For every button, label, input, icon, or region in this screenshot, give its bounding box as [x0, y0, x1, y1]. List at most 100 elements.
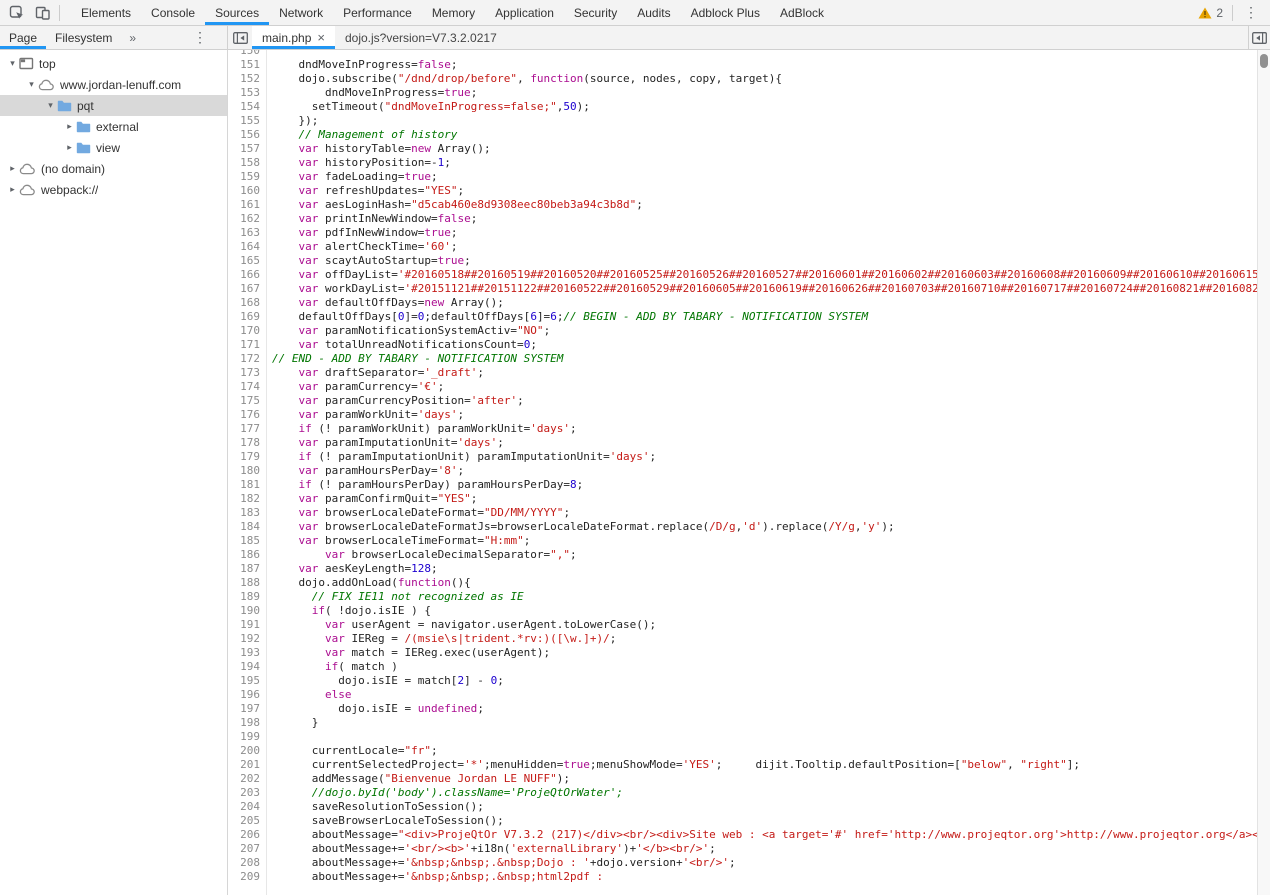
code-line-content[interactable]: var offDayList='#20160518##20160519##201… — [267, 268, 1257, 282]
tab-console[interactable]: Console — [141, 0, 205, 25]
line-number[interactable]: 163 — [228, 226, 267, 240]
line-number[interactable]: 197 — [228, 702, 267, 716]
code-line-content[interactable] — [267, 730, 272, 744]
code-line-content[interactable]: dojo.isIE = undefined; — [267, 702, 484, 716]
code-line-content[interactable]: var paramWorkUnit='days'; — [267, 408, 464, 422]
line-number[interactable]: 180 — [228, 464, 267, 478]
code-line-content[interactable]: dojo.subscribe("/dnd/drop/before", funct… — [267, 72, 782, 86]
line-number[interactable]: 203 — [228, 786, 267, 800]
line-number[interactable]: 190 — [228, 604, 267, 618]
code-line-content[interactable]: aboutMessage+='&nbsp;&nbsp;.&nbsp;Dojo :… — [267, 856, 736, 870]
line-number[interactable]: 169 — [228, 310, 267, 324]
line-number[interactable]: 191 — [228, 618, 267, 632]
line-number[interactable]: 206 — [228, 828, 267, 842]
code-line-content[interactable]: if( match ) — [267, 660, 398, 674]
tree-item-view[interactable]: ▸view — [0, 137, 227, 158]
editor-tab-dojo-js-version-v7-3-2-0217[interactable]: dojo.js?version=V7.3.2.0217 — [335, 26, 507, 49]
tab-adblock[interactable]: AdBlock — [770, 0, 834, 25]
line-number[interactable]: 160 — [228, 184, 267, 198]
code-line-content[interactable]: addMessage("Bienvenue Jordan LE NUFF"); — [267, 772, 570, 786]
code-line-content[interactable]: aboutMessage="<div>ProjeQtOr V7.3.2 (217… — [267, 828, 1257, 842]
code-line-content[interactable]: currentLocale="fr"; — [267, 744, 438, 758]
code-line-content[interactable]: if (! paramHoursPerDay) paramHoursPerDay… — [267, 478, 583, 492]
code-line-content[interactable]: dndMoveInProgress=true; — [267, 86, 477, 100]
line-number[interactable]: 202 — [228, 772, 267, 786]
line-number[interactable]: 177 — [228, 422, 267, 436]
line-number[interactable]: 205 — [228, 814, 267, 828]
editor-scrollbar[interactable] — [1257, 50, 1270, 895]
line-number[interactable]: 207 — [228, 842, 267, 856]
tab-network[interactable]: Network — [269, 0, 333, 25]
line-number[interactable]: 200 — [228, 744, 267, 758]
line-number[interactable]: 167 — [228, 282, 267, 296]
editor-tab-main-php[interactable]: main.php× — [252, 26, 335, 49]
line-number[interactable]: 179 — [228, 450, 267, 464]
line-number[interactable]: 204 — [228, 800, 267, 814]
code-line-content[interactable]: if( !dojo.isIE ) { — [267, 604, 431, 618]
chevron-collapsed-icon[interactable]: ▸ — [6, 184, 19, 195]
code-line-content[interactable]: var pdfInNewWindow=true; — [267, 226, 457, 240]
tab-performance[interactable]: Performance — [333, 0, 422, 25]
tab-memory[interactable]: Memory — [422, 0, 485, 25]
line-number[interactable]: 188 — [228, 576, 267, 590]
line-number[interactable]: 201 — [228, 758, 267, 772]
line-number[interactable]: 155 — [228, 114, 267, 128]
warning-badge[interactable]: 2 — [1192, 6, 1229, 20]
code-line-content[interactable]: var historyTable=new Array(); — [267, 142, 491, 156]
tab-security[interactable]: Security — [564, 0, 627, 25]
tab-sources[interactable]: Sources — [205, 0, 269, 25]
line-number[interactable]: 192 — [228, 632, 267, 646]
line-number[interactable]: 162 — [228, 212, 267, 226]
chevron-expanded-icon[interactable]: ▾ — [25, 79, 38, 90]
code-line-content[interactable]: var draftSeparator='_draft'; — [267, 366, 484, 380]
code-line-content[interactable]: defaultOffDays[0]=0;defaultOffDays[6]=6;… — [267, 310, 868, 324]
code-line-content[interactable]: var paramHoursPerDay='8'; — [267, 464, 464, 478]
navigator-menu-icon[interactable]: ⋮ — [185, 29, 215, 46]
chevron-collapsed-icon[interactable]: ▸ — [63, 121, 76, 132]
code-line-content[interactable]: var scaytAutoStartup=true; — [267, 254, 471, 268]
line-number[interactable]: 174 — [228, 380, 267, 394]
code-line-content[interactable]: //dojo.byId('body').className='ProjeQtOr… — [267, 786, 623, 800]
line-number[interactable]: 198 — [228, 716, 267, 730]
code-line-content[interactable]: var paramImputationUnit='days'; — [267, 436, 504, 450]
line-number[interactable]: 170 — [228, 324, 267, 338]
scrollbar-thumb[interactable] — [1260, 54, 1268, 68]
code-line-content[interactable]: var IEReg = /(msie\s|trident.*rv:)([\w.]… — [267, 632, 616, 646]
line-number[interactable]: 185 — [228, 534, 267, 548]
code-line-content[interactable] — [267, 50, 272, 58]
line-number[interactable]: 196 — [228, 688, 267, 702]
code-line-content[interactable]: if (! paramWorkUnit) paramWorkUnit='days… — [267, 422, 577, 436]
tree-item-no-domain[interactable]: ▸(no domain) — [0, 158, 227, 179]
navigator-tab-page[interactable]: Page — [0, 26, 46, 49]
tab-application[interactable]: Application — [485, 0, 564, 25]
show-debugger-sidebar-icon[interactable] — [1248, 26, 1270, 49]
line-number[interactable]: 178 — [228, 436, 267, 450]
code-line-content[interactable]: else — [267, 688, 351, 702]
hide-navigator-icon[interactable] — [228, 26, 252, 49]
navigator-tab-filesystem[interactable]: Filesystem — [46, 26, 121, 49]
line-number[interactable]: 184 — [228, 520, 267, 534]
line-number[interactable]: 154 — [228, 100, 267, 114]
code-line-content[interactable]: if (! paramImputationUnit) paramImputati… — [267, 450, 656, 464]
line-number[interactable]: 159 — [228, 170, 267, 184]
code-editor[interactable]: 150151 dndMoveInProgress=false;152 dojo.… — [228, 50, 1257, 895]
line-number[interactable]: 152 — [228, 72, 267, 86]
code-line-content[interactable]: var paramNotificationSystemActiv="NO"; — [267, 324, 550, 338]
code-line-content[interactable]: // FIX IE11 not recognized as IE — [267, 590, 524, 604]
tab-elements[interactable]: Elements — [71, 0, 141, 25]
code-line-content[interactable]: aboutMessage+='&nbsp;&nbsp;.&nbsp;html2p… — [267, 870, 610, 884]
line-number[interactable]: 161 — [228, 198, 267, 212]
code-line-content[interactable]: dndMoveInProgress=false; — [267, 58, 457, 72]
main-menu-icon[interactable]: ⋮ — [1236, 4, 1266, 21]
code-line-content[interactable]: var browserLocaleDecimalSeparator=","; — [267, 548, 577, 562]
code-line-content[interactable]: dojo.isIE = match[2] - 0; — [267, 674, 504, 688]
code-line-content[interactable]: var aesKeyLength=128; — [267, 562, 438, 576]
code-line-content[interactable]: setTimeout("dndMoveInProgress=false;",50… — [267, 100, 590, 114]
code-line-content[interactable]: var historyPosition=-1; — [267, 156, 451, 170]
code-line-content[interactable]: var match = IEReg.exec(userAgent); — [267, 646, 550, 660]
close-icon[interactable]: × — [317, 31, 325, 44]
line-number[interactable]: 199 — [228, 730, 267, 744]
line-number[interactable]: 208 — [228, 856, 267, 870]
tree-item-www-jordan-lenuff-com[interactable]: ▾www.jordan-lenuff.com — [0, 74, 227, 95]
code-line-content[interactable]: var alertCheckTime='60'; — [267, 240, 457, 254]
